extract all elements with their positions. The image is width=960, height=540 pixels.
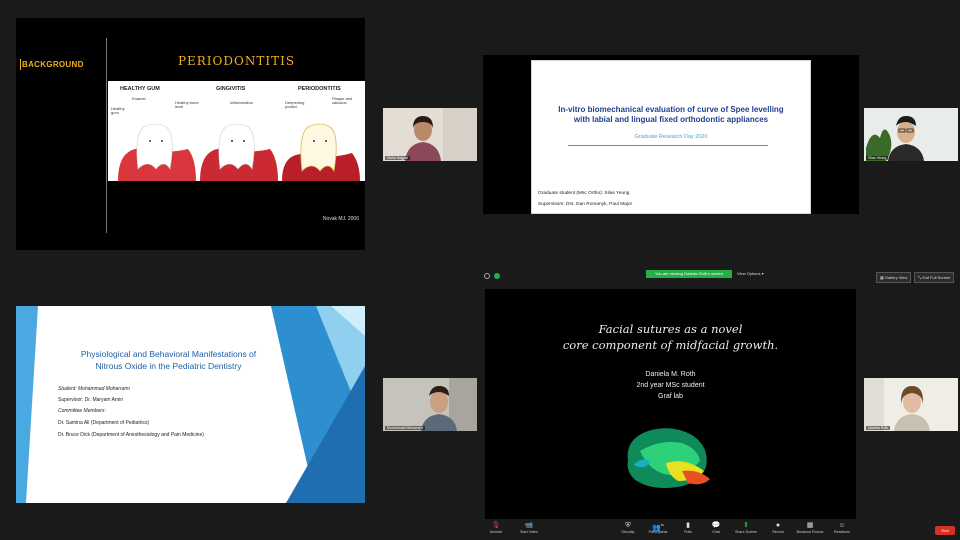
label-deepening: Deepening pocket — [285, 100, 305, 110]
reactions-label: Reactions — [834, 530, 850, 534]
title-line: Physiological and Behavioral Manifestati… — [80, 349, 257, 359]
divider — [568, 145, 768, 146]
record-label: Record — [772, 530, 784, 534]
presenter-info: Daniela M. Roth 2nd year MSc student Gra… — [485, 370, 856, 403]
shared-slide-periodontitis: BACKGROUND PERIODONTITIS HEALTHY GUM GIN… — [16, 18, 365, 250]
committee-member: Dr. Samina Ali (Department of Pediatrics… — [58, 420, 150, 426]
video-camera-off-icon: 📹 — [524, 522, 534, 529]
column-head: HEALTHY GUM — [120, 86, 160, 92]
slide-title: PERIODONTITIS — [177, 54, 296, 68]
label-healthy-bone: Healthy bone level — [175, 100, 199, 110]
share-screen-icon: ⬆ — [743, 522, 749, 529]
video-feed — [383, 108, 477, 161]
shared-slide-nitrous-oxide: Physiological and Behavioral Manifestati… — [16, 306, 365, 503]
label-healthy-gum: Healthy gum — [111, 106, 125, 116]
column-head: PERIODONTITIS — [298, 86, 341, 92]
gallery-view-label: Gallery View — [884, 275, 908, 280]
section-label: BACKGROUND — [22, 60, 84, 69]
committee-member: Dr. Bruce Dick (Department of Anesthesio… — [58, 432, 204, 438]
view-options-button[interactable]: View Options ▾ — [737, 270, 764, 278]
participant-tile[interactable]: Disha Nagpal — [383, 108, 477, 161]
start-video-button[interactable]: 📹 Start Video — [511, 521, 547, 534]
microphone-muted-icon: 🎙 — [491, 522, 501, 529]
supervisor-line: Supervisor: Dr. Maryam Amin — [58, 397, 124, 403]
smiley-icon: ☺ — [838, 522, 846, 529]
participant-tile[interactable]: Daniela Roth — [864, 378, 958, 431]
breakout-rooms-button[interactable]: ▦ Breakout Rooms — [792, 521, 828, 534]
slide-subtitle: Graduate Research Day 2020 — [634, 134, 708, 140]
info-icon[interactable] — [484, 273, 490, 279]
teeth-illustration — [118, 123, 360, 181]
slide-decoration — [16, 306, 365, 503]
reactions-button[interactable]: ☺ Reactions — [824, 521, 860, 534]
chevron-down-icon: ▾ — [761, 271, 764, 276]
view-options-label: View Options — [737, 271, 761, 276]
share-screen-button[interactable]: ⬆ Share Screen — [728, 521, 764, 534]
end-meeting-button[interactable]: End — [935, 526, 955, 535]
gallery-view-button[interactable]: ▦ Gallery View — [876, 272, 912, 283]
label-plaque: Plaque and calculus — [332, 96, 353, 106]
shield-icon[interactable] — [494, 273, 500, 279]
fullscreen-icon: ⤡ — [918, 275, 922, 280]
title-line: Facial sutures as a novel — [598, 322, 743, 336]
video-feed — [864, 378, 958, 431]
title-line: In-vitro biomechanical evaluation of cur… — [558, 105, 784, 114]
skull-scan-image — [627, 428, 710, 488]
presenter-degree: 2nd year MSc student — [636, 381, 705, 389]
slide-title: Facial sutures as a novel core component… — [485, 321, 856, 353]
video-feed — [383, 378, 477, 431]
participant-name: Mohammad Moharrami — [385, 426, 426, 430]
title-line: core component of midfacial growth. — [562, 338, 779, 353]
title-line: with labial and lingual fixed orthodonti… — [573, 115, 769, 124]
participant-tile[interactable]: Mohammad Moharrami — [383, 378, 477, 431]
unmute-label: Unmute — [489, 530, 503, 534]
participants-count: 52 — [660, 523, 665, 527]
slide-title: In-vitro biomechanical evaluation of cur… — [538, 105, 804, 125]
divider — [106, 38, 107, 233]
breakout-rooms-icon: ▦ — [806, 522, 814, 529]
share-screen-label: Share Screen — [735, 530, 757, 534]
label-inflammation: Inflammation — [230, 100, 253, 105]
exit-fullscreen-label: Exit Full Screen — [922, 275, 951, 280]
title-line: Nitrous Oxide in the Pediatric Dentistry — [95, 360, 242, 371]
slide-canvas: In-vitro biomechanical evaluation of cur… — [531, 60, 811, 214]
accent-bar — [20, 59, 21, 70]
label-enamel: Enamel — [132, 96, 146, 101]
tooth-infographic: HEALTHY GUM GINGIVITIS PERIODONTITIS Ena… — [108, 81, 365, 181]
share-notice-badge: You are viewing Daniela Roth's screen — [646, 270, 732, 278]
student-line: Student: Mohammad Moharrami — [58, 386, 130, 392]
participant-tile[interactable]: Silas Yeung — [864, 108, 958, 161]
unmute-button[interactable]: 🎙 Unmute — [478, 521, 514, 534]
presenter-lab: Graf lab — [658, 392, 683, 400]
column-head: GINGIVITIS — [216, 86, 246, 92]
participant-name: Daniela Roth — [866, 426, 891, 430]
slide-title: Physiological and Behavioral Manifestati… — [46, 349, 291, 373]
student-line: Graduate student (Msc Ortho): Silas Yeun… — [538, 191, 630, 196]
breakout-rooms-label: Breakout Rooms — [796, 530, 824, 534]
record-icon: ● — [775, 522, 781, 529]
grid-icon: ▦ — [880, 275, 884, 280]
shared-slide-curve-of-spee: In-vitro biomechanical evaluation of cur… — [483, 55, 859, 214]
shared-slide-facial-sutures: Facial sutures as a novel core component… — [485, 289, 856, 519]
video-feed — [864, 108, 958, 161]
citation: Novak MJ. 2006 — [322, 216, 359, 222]
committee-heading: Committee Members: — [58, 408, 106, 414]
participant-name: Silas Yeung — [866, 156, 889, 160]
exit-fullscreen-button[interactable]: ⤡ Exit Full Screen — [914, 272, 955, 283]
start-video-label: Start Video — [520, 530, 538, 534]
record-button[interactable]: ● Record — [760, 521, 796, 534]
participant-name: Disha Nagpal — [385, 156, 411, 160]
presenter-name: Daniela M. Roth — [645, 371, 696, 378]
supervisors-line: Supervisors: Drs. Dan Romanyk, Paul Majo… — [538, 202, 633, 207]
